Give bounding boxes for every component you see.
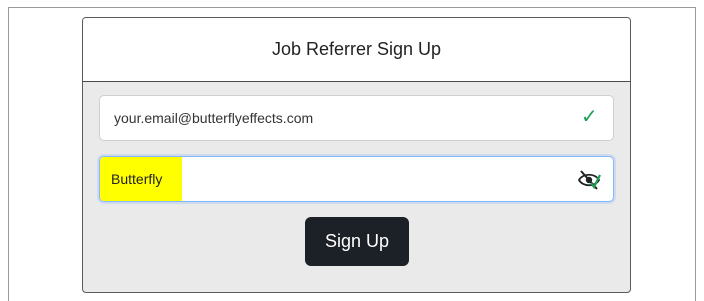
- card-title: Job Referrer Sign Up: [83, 18, 630, 82]
- signup-button[interactable]: Sign Up: [305, 217, 409, 266]
- check-icon: ✓: [581, 106, 598, 128]
- email-field[interactable]: your.email@butterflyeffects.com ✓: [99, 95, 614, 141]
- email-value: your.email@butterflyeffects.com: [114, 110, 314, 126]
- signup-card: Job Referrer Sign Up your.email@butterfl…: [82, 17, 631, 293]
- eye-slash-icon[interactable]: [577, 169, 601, 191]
- password-value: Butterfly: [100, 157, 182, 201]
- password-field[interactable]: Butterfly: [99, 156, 614, 202]
